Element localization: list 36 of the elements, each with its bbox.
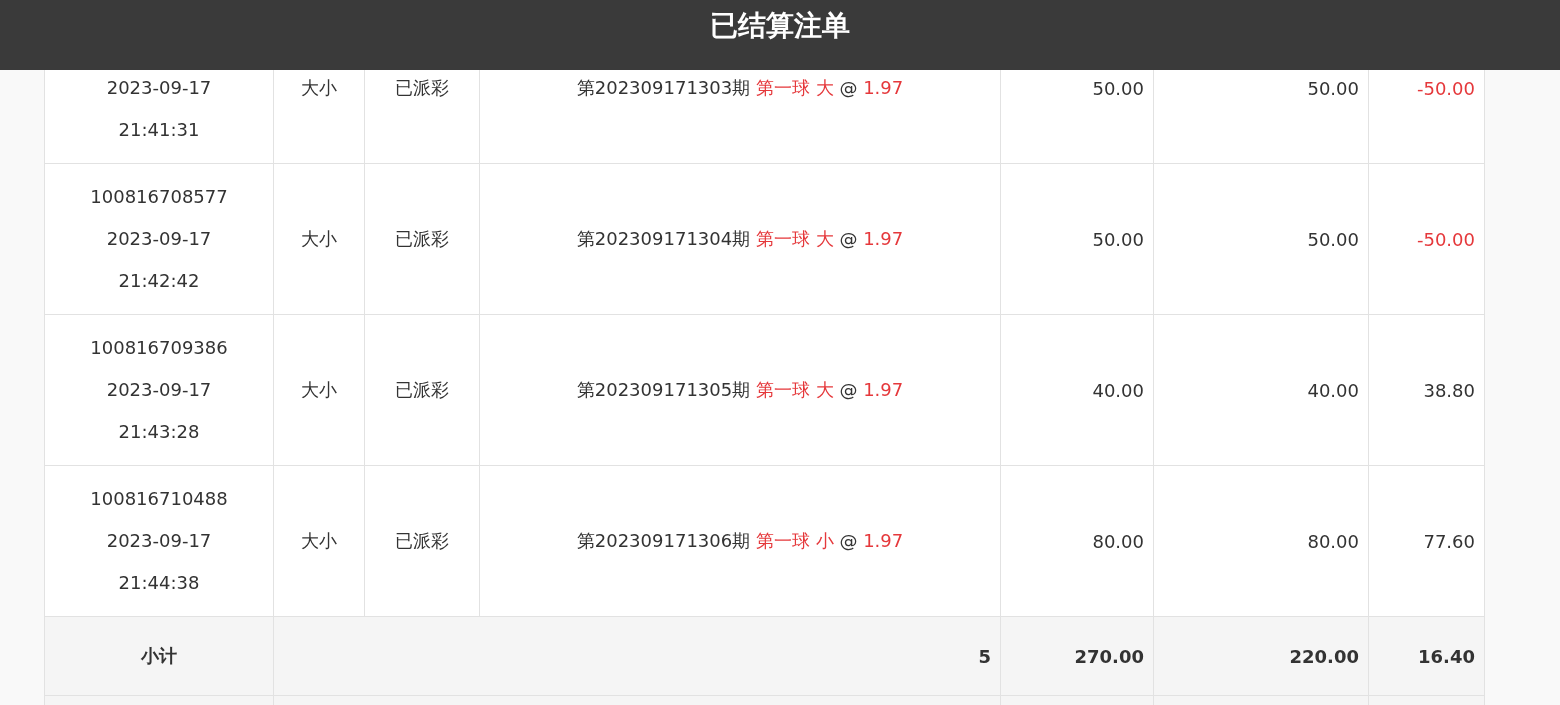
amount-cell: 40.00 bbox=[1153, 314, 1369, 466]
status-cell: 已派彩 bbox=[364, 163, 480, 315]
page-title: 已结算注单 bbox=[710, 8, 850, 44]
amount-cell: 50.00 bbox=[1153, 163, 1369, 315]
bet-info-line: 100816709386 bbox=[89, 336, 229, 360]
bet-info-line: 2023-09-17 bbox=[105, 378, 213, 402]
bet-info-line: 2023-09-17 bbox=[105, 227, 213, 251]
bet-info-line: 100816708577 bbox=[89, 185, 229, 209]
bet-detail: 第202309171305期 第一球 大 @ 1.97 bbox=[576, 379, 904, 400]
table-cell: 大小 bbox=[273, 314, 365, 466]
subtotal-cell: 16.40 bbox=[1368, 616, 1485, 696]
bet-info-line: 2023-09-17 bbox=[105, 529, 213, 553]
amount-cell: 80.00 bbox=[1153, 465, 1369, 617]
subtotal-cell: 220.00 bbox=[1153, 616, 1369, 696]
amount-cell: 40.00 bbox=[1000, 314, 1154, 466]
table-cell: 大小 bbox=[273, 465, 365, 617]
bet-info-line: 21:41:31 bbox=[117, 118, 201, 142]
subtotal-label: 小计 bbox=[44, 616, 274, 696]
bet-info-line: 21:44:38 bbox=[117, 571, 201, 595]
subtotal-cell: 270.00 bbox=[1000, 616, 1154, 696]
amount-cell: 50.00 bbox=[1000, 163, 1154, 315]
bet-detail: 第202309171306期 第一球 小 @ 1.97 bbox=[576, 530, 904, 551]
result-cell: -50.00 bbox=[1368, 163, 1485, 315]
bet-info-line: 100816710488 bbox=[89, 487, 229, 511]
table-cell: 大小 bbox=[273, 163, 365, 315]
subtotal-count: 5 bbox=[273, 616, 1001, 696]
bet-detail: 第202309171304期 第一球 大 @ 1.97 bbox=[576, 228, 904, 249]
bet-detail: 第202309171303期 第一球 大 @ 1.97 bbox=[576, 77, 904, 98]
amount-cell: 80.00 bbox=[1000, 465, 1154, 617]
status-cell: 已派彩 bbox=[364, 465, 480, 617]
result-cell: 77.60 bbox=[1368, 465, 1485, 617]
bet-info-line: 2023-09-17 bbox=[105, 76, 213, 100]
bet-info-line: 21:42:42 bbox=[117, 269, 201, 293]
status-cell: 已派彩 bbox=[364, 314, 480, 466]
result-cell: 38.80 bbox=[1368, 314, 1485, 466]
bet-info-line: 21:43:28 bbox=[117, 420, 201, 444]
